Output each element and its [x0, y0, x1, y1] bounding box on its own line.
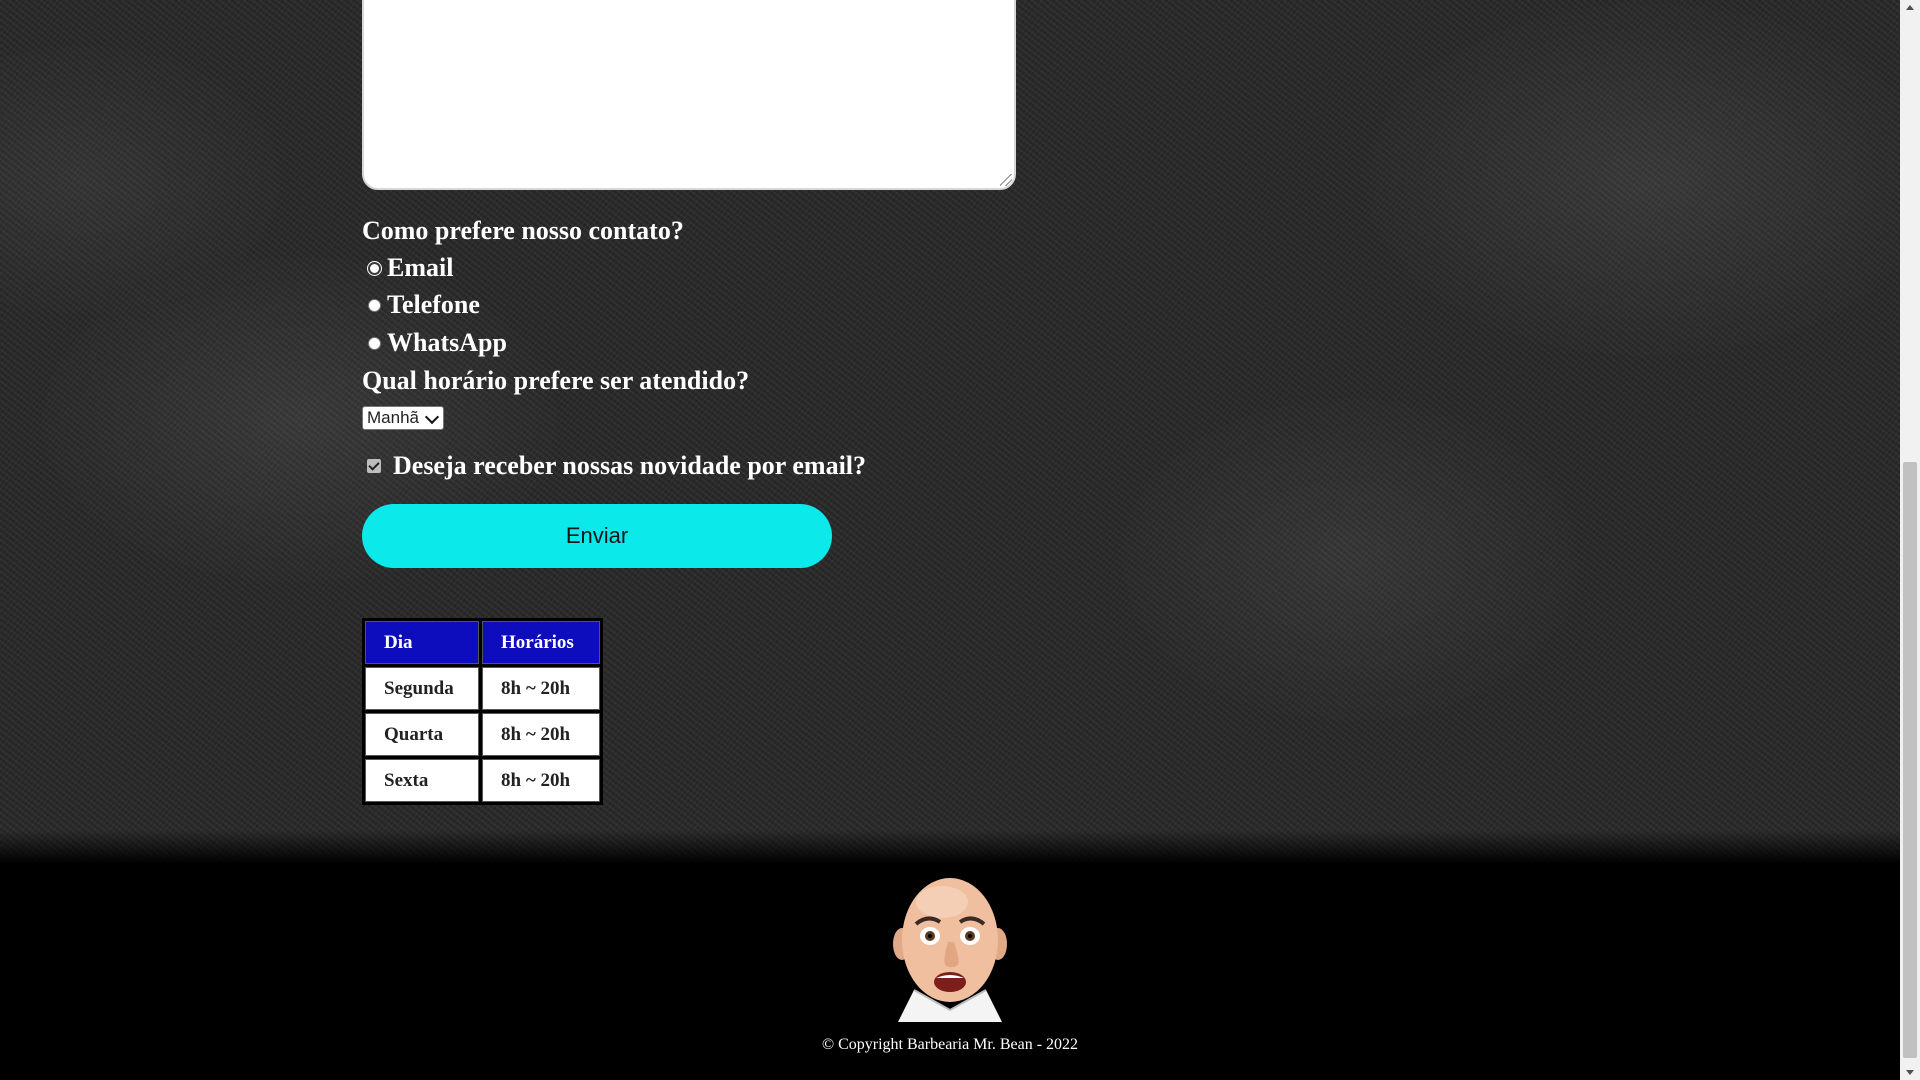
- radio-label: WhatsApp: [387, 328, 507, 357]
- submit-button[interactable]: Enviar: [362, 504, 832, 568]
- scroll-down-arrow-icon[interactable]: [1900, 1064, 1920, 1080]
- mr-bean-avatar-image: [893, 878, 1007, 1022]
- radio-label: Email: [387, 253, 454, 282]
- newsletter-option[interactable]: Deseja receber nossas novidade por email…: [362, 450, 866, 482]
- vertical-scrollbar[interactable]: [1900, 0, 1920, 1080]
- copyright-text: © Copyright Barbearia Mr. Bean - 2022: [821, 1036, 1079, 1053]
- table-row: Segunda 8h ~ 20h: [365, 667, 600, 710]
- page: Como prefere nosso contato? Email Telefo…: [0, 0, 1900, 1080]
- radio-button[interactable]: [368, 298, 381, 312]
- table-row: Quarta 8h ~ 20h: [365, 713, 600, 756]
- table-cell-day: Sexta: [365, 759, 479, 802]
- message-textarea[interactable]: [362, 0, 1016, 190]
- newsletter-checkbox[interactable]: [367, 459, 381, 473]
- table-header-cell: Horários: [482, 621, 600, 664]
- table-cell-day: Segunda: [365, 667, 479, 710]
- table-cell-hours: 8h ~ 20h: [482, 713, 600, 756]
- contact-option-telefone[interactable]: Telefone: [362, 290, 480, 320]
- footer-fade: [0, 830, 1900, 864]
- schedule-table: Dia Horários Segunda 8h ~ 20h Quarta 8h …: [362, 618, 603, 805]
- contact-option-email[interactable]: Email: [362, 253, 453, 283]
- newsletter-label: Deseja receber nossas novidade por email…: [393, 451, 867, 480]
- radio-button[interactable]: [368, 261, 381, 275]
- table-row: Sexta 8h ~ 20h: [365, 759, 600, 802]
- table-cell-day: Quarta: [365, 713, 479, 756]
- time-question-label: Qual horário prefere ser atendido?: [362, 366, 750, 395]
- scrollbar-thumb[interactable]: [1903, 462, 1917, 1058]
- scroll-up-arrow-icon[interactable]: [1900, 0, 1920, 16]
- table-cell-hours: 8h ~ 20h: [482, 759, 600, 802]
- table-header-row: Dia Horários: [365, 621, 600, 664]
- table-header-cell: Dia: [365, 621, 479, 664]
- time-select-value: Manhã: [367, 408, 419, 427]
- time-select[interactable]: Manhã: [362, 406, 444, 430]
- contact-question-label: Como prefere nosso contato?: [362, 216, 684, 245]
- contact-option-whatsapp[interactable]: WhatsApp: [362, 328, 507, 358]
- table-cell-hours: 8h ~ 20h: [482, 667, 600, 710]
- resize-grip-icon[interactable]: [1000, 174, 1012, 186]
- chevron-down-icon: [424, 409, 440, 425]
- radio-button[interactable]: [368, 336, 381, 350]
- radio-label: Telefone: [387, 290, 480, 319]
